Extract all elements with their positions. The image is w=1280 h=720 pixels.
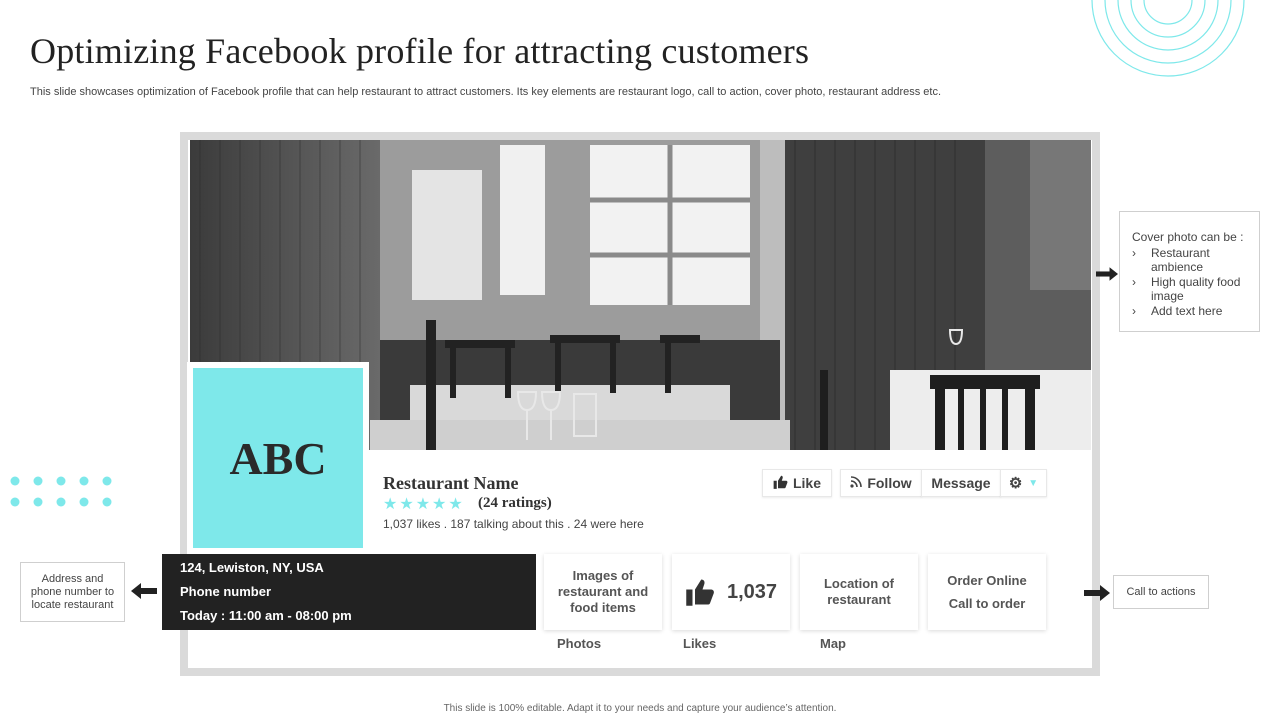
ratings-count[interactable]: (24 ratings) [478,495,552,512]
photos-card-label: Images of restaurant and food items [557,568,649,615]
rss-icon [850,475,863,491]
arrow-icon [1096,264,1118,284]
cover-photo-callout: Cover photo can be : Restaurant ambience… [1119,211,1260,332]
call-to-order-link[interactable]: Call to order [949,592,1026,615]
arrow-icon [131,582,157,602]
caret-down-icon: ▼ [1028,477,1039,489]
cover-callout-heading: Cover photo can be : [1132,230,1244,244]
thumbs-up-icon [685,578,715,606]
order-card[interactable]: Order Online Call to order [928,554,1046,630]
profile-stats: 1,037 likes . 187 talking about this . 2… [383,517,644,531]
likes-card[interactable]: 1,037 [672,554,790,630]
slide-title: Optimizing Facebook profile for attracti… [30,31,810,71]
rating-stars: ★★★★★ [383,496,465,513]
follow-button[interactable]: Follow [840,469,922,497]
gear-icon: ⚙ [1008,475,1023,492]
call-to-actions-callout: Call to actions [1113,575,1209,609]
slide-footer: This slide is 100% editable. Adapt it to… [443,703,837,714]
slide-subtitle: This slide showcases optimization of Fac… [30,86,942,98]
address-line: 124, Lewiston, NY, USA [180,560,324,575]
thumbs-up-icon [773,475,788,492]
phone-line: Phone number [180,584,272,599]
likes-count: 1,037 [726,581,778,603]
map-card[interactable]: Location of restaurant [800,554,918,630]
address-block: 124, Lewiston, NY, USA Phone number Toda… [162,554,536,630]
order-online-link[interactable]: Order Online [947,569,1026,592]
arrow-icon [1084,584,1110,604]
hours-line: Today : 11:00 am - 08:00 pm [180,608,352,623]
restaurant-logo[interactable]: ABC [193,368,363,548]
dot-grid-decoration [10,476,112,507]
map-card-label: Location of restaurant [823,576,895,607]
list-item: Add text here [1132,304,1249,318]
tab-likes[interactable]: Likes [683,636,716,651]
concentric-circles-decoration [1091,0,1245,77]
list-item: High quality food image [1132,275,1249,303]
tab-map[interactable]: Map [820,636,846,651]
message-button[interactable]: Message [921,469,1001,497]
message-label: Message [931,475,991,491]
list-item: Restaurant ambience [1132,246,1249,274]
tab-photos[interactable]: Photos [557,636,601,651]
address-callout: Address and phone number to locate resta… [20,562,125,622]
follow-label: Follow [867,475,912,491]
like-button[interactable]: Like [762,469,832,497]
settings-dropdown-button[interactable]: ⚙ ▼ [1000,469,1047,497]
restaurant-name[interactable]: Restaurant Name [383,473,518,494]
photos-card[interactable]: Images of restaurant and food items [544,554,662,630]
cover-callout-list: Restaurant ambience High quality food im… [1132,246,1249,318]
like-label: Like [792,475,821,491]
